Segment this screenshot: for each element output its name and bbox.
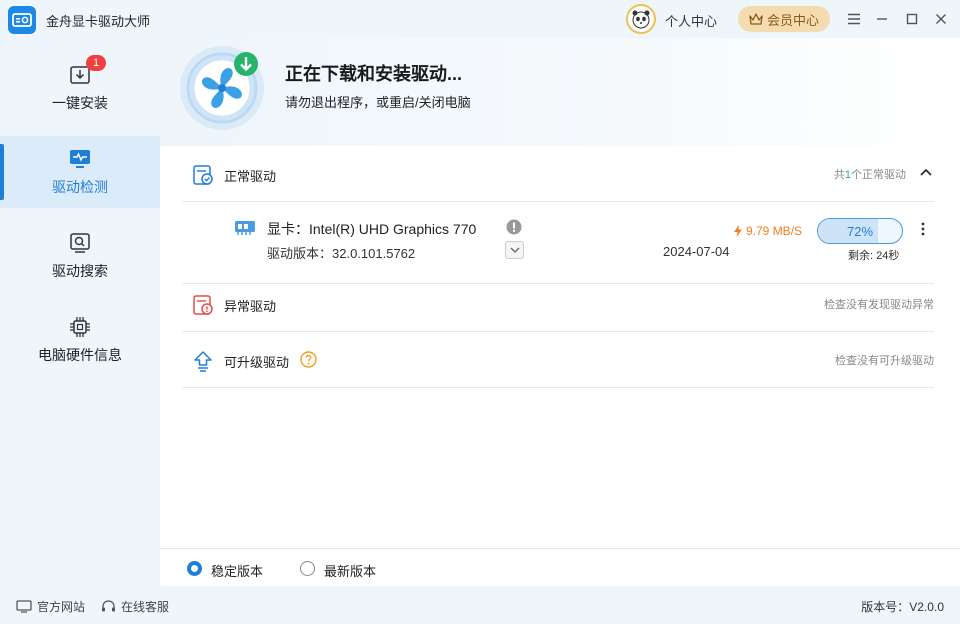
app-title: 金舟显卡驱动大师 (46, 14, 151, 29)
sidebar-item-hardware-info[interactable]: 电脑硬件信息 (0, 304, 160, 376)
sidebar-item-label: 一键安装 (52, 95, 108, 111)
official-website-link[interactable]: 官方网站 (16, 598, 85, 615)
close-icon (936, 14, 946, 24)
normal-drivers-section: 正常驱动 共1个正常驱动 (182, 146, 934, 202)
progress-label: 72% (846, 223, 874, 239)
latest-version-radio[interactable] (300, 561, 315, 576)
abnormal-drivers-section: 异常驱动 检查没有发现驱动异常 (182, 276, 934, 332)
help-question-icon[interactable] (300, 351, 317, 368)
minimize-icon (877, 18, 887, 20)
normal-drivers-header[interactable]: 正常驱动 共1个正常驱动 (182, 146, 934, 202)
normal-drivers-title: 正常驱动 (224, 169, 277, 184)
official-website-label: 官方网站 (37, 600, 86, 614)
sidebar: 1 一键安装 驱动检测 驱动搜索 电脑硬件信息 (0, 38, 160, 586)
driver-name: 显卡：Intel(R) UHD Graphics 770 (267, 221, 477, 237)
headset-icon (102, 599, 115, 611)
vip-center-button[interactable]: 会员中心 (738, 6, 830, 32)
upgradable-drivers-header[interactable]: 可升级驱动 检查没有可升级驱动 (182, 332, 934, 388)
chip-icon (68, 315, 92, 339)
sidebar-item-label: 电脑硬件信息 (38, 347, 122, 363)
normal-drivers-summary: 共1个正常驱动 (834, 166, 906, 182)
download-speed: 9.79 MB/S (734, 224, 802, 238)
stable-version-label[interactable]: 稳定版本 (211, 561, 263, 580)
user-avatar[interactable] (626, 4, 656, 34)
vip-center-label: 会员中心 (766, 12, 819, 28)
version-dropdown-button[interactable] (505, 241, 524, 259)
menu-button[interactable] (844, 9, 864, 29)
user-center-link[interactable]: 个人中心 (665, 11, 717, 30)
normal-driver-icon (193, 165, 213, 185)
hamburger-icon (848, 13, 860, 25)
sidebar-item-label: 驱动搜索 (52, 263, 108, 279)
online-support-label: 在线客服 (121, 600, 170, 614)
sidebar-item-driver-detect[interactable]: 驱动检测 (0, 136, 160, 208)
abnormal-drivers-title: 异常驱动 (224, 299, 277, 314)
maximize-icon (906, 13, 918, 25)
driver-row: 显卡：Intel(R) UHD Graphics 770 驱动版本：32.0.1… (182, 202, 934, 284)
info-alert-icon[interactable] (506, 219, 522, 235)
chevron-up-icon[interactable] (920, 168, 932, 176)
remaining-time: 剩余: 24秒 (848, 250, 900, 262)
banner-title: 正在下载和安装驱动... (285, 64, 463, 84)
online-support-link[interactable]: 在线客服 (101, 598, 169, 615)
sidebar-item-one-click-install[interactable]: 1 一键安装 (0, 52, 160, 124)
sidebar-item-label: 驱动检测 (52, 179, 108, 195)
upgradable-drivers-summary: 检查没有可升级驱动 (835, 355, 934, 367)
install-badge: 1 (86, 55, 106, 71)
upgrade-arrow-icon (194, 351, 212, 372)
install-progress[interactable]: 72% (817, 218, 903, 244)
upgradable-drivers-title: 可升级驱动 (224, 355, 290, 370)
panda-avatar-icon (632, 10, 650, 29)
monitor-icon (16, 600, 32, 613)
crown-icon (749, 13, 763, 25)
app-logo-icon (8, 6, 36, 34)
minimize-button[interactable] (872, 9, 892, 29)
driver-date: 2024-07-04 (663, 244, 730, 259)
abnormal-drivers-summary: 检查没有发现驱动异常 (824, 299, 934, 311)
banner-subtitle: 请勿退出程序，或重启/关闭电脑 (285, 95, 471, 110)
lightning-icon (734, 225, 742, 237)
download-box-icon: 1 (68, 55, 106, 87)
latest-version-label[interactable]: 最新版本 (324, 561, 376, 580)
version-selector: 稳定版本 最新版本 (160, 548, 960, 586)
more-options-icon[interactable] (921, 222, 925, 236)
chevron-down-icon (510, 247, 519, 253)
driver-version: 驱动版本：32.0.101.5762 (267, 246, 416, 261)
status-bar: 官方网站 在线客服 版本号：V2.0.0 (0, 586, 960, 624)
status-banner: 正在下载和安装驱动... 请勿退出程序，或重启/关闭电脑 (160, 38, 960, 146)
summary-prefix: 共 (833, 169, 845, 181)
fan-download-icon (178, 42, 268, 132)
summary-suffix: 个正常驱动 (851, 169, 906, 181)
search-monitor-icon (68, 231, 92, 255)
monitor-pulse-icon (68, 147, 92, 171)
gpu-card-icon (235, 221, 255, 235)
download-speed-value: 9.79 MB/S (746, 224, 803, 238)
title-bar: 金舟显卡驱动大师 个人中心 会员中心 (0, 0, 960, 38)
abnormal-drivers-header[interactable]: 异常驱动 检查没有发现驱动异常 (182, 276, 934, 332)
app-version: 版本号：V2.0.0 (861, 600, 944, 614)
sidebar-item-driver-search[interactable]: 驱动搜索 (0, 220, 160, 292)
maximize-button[interactable] (902, 9, 922, 29)
stable-version-radio[interactable] (187, 561, 202, 576)
abnormal-driver-icon (193, 295, 213, 315)
close-button[interactable] (931, 9, 951, 29)
upgradable-drivers-section: 可升级驱动 检查没有可升级驱动 (182, 332, 934, 388)
